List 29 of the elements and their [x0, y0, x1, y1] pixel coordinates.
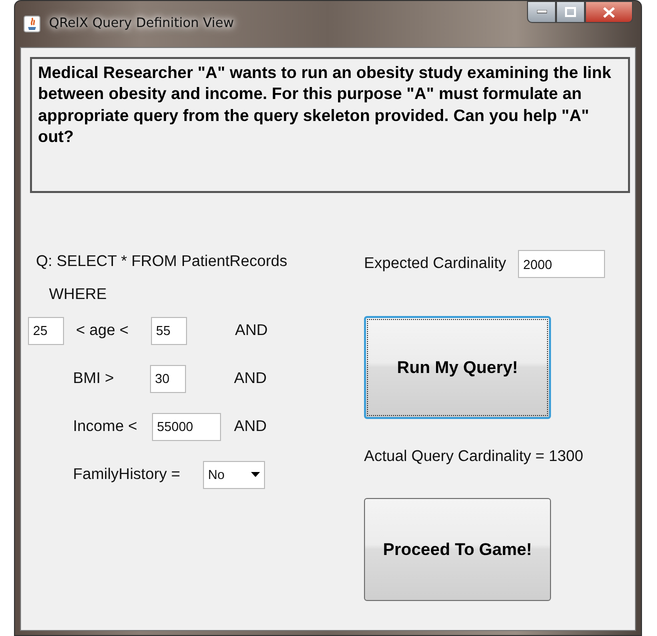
minimize-button[interactable] [527, 1, 556, 23]
condition-label: Income < [73, 416, 138, 437]
window-title: QRelX Query Definition View [49, 15, 234, 34]
input-field[interactable]: 30 [150, 364, 186, 392]
maximize-icon [565, 7, 576, 17]
dropdown-value: No [208, 466, 225, 484]
expected-cardinality-field[interactable]: 2000 [518, 250, 606, 278]
query-text: Q: SELECT * FROM PatientRecords [36, 252, 288, 272]
and-operator: AND [235, 320, 268, 341]
condition-label: BMI > [73, 368, 115, 389]
input-field[interactable]: 55 [151, 316, 187, 344]
proceed-button[interactable]: Proceed To Game! [364, 498, 551, 602]
and-operator: AND [234, 368, 267, 389]
where-text: WHERE [49, 285, 108, 306]
input-field[interactable]: 25 [28, 316, 64, 344]
dropdown[interactable]: No [203, 460, 265, 488]
condition-label: < age < [76, 320, 130, 341]
dropdown-arrow-icon [251, 472, 260, 477]
close-button[interactable] [585, 1, 633, 23]
run-query-button[interactable]: Run My Query! [364, 316, 551, 419]
condition-label: FamilyHistory = [73, 464, 182, 485]
close-icon [603, 6, 615, 18]
and-operator: AND [234, 416, 267, 437]
actual-cardinality-text: Actual Query Cardinality = 1300 [364, 447, 584, 467]
maximize-button[interactable] [556, 1, 585, 23]
description-text: Medical Researcher "A" wants to run an obesity study examining the link between obesity and income. For this purpose "A" must formulate an appropriate query from the query skeleton provided. Can you help "A" out? [30, 57, 630, 193]
expected-cardinality-label: Expected Cardinality [364, 254, 506, 274]
minimize-icon [536, 10, 546, 14]
input-field[interactable]: 55000 [152, 412, 221, 440]
